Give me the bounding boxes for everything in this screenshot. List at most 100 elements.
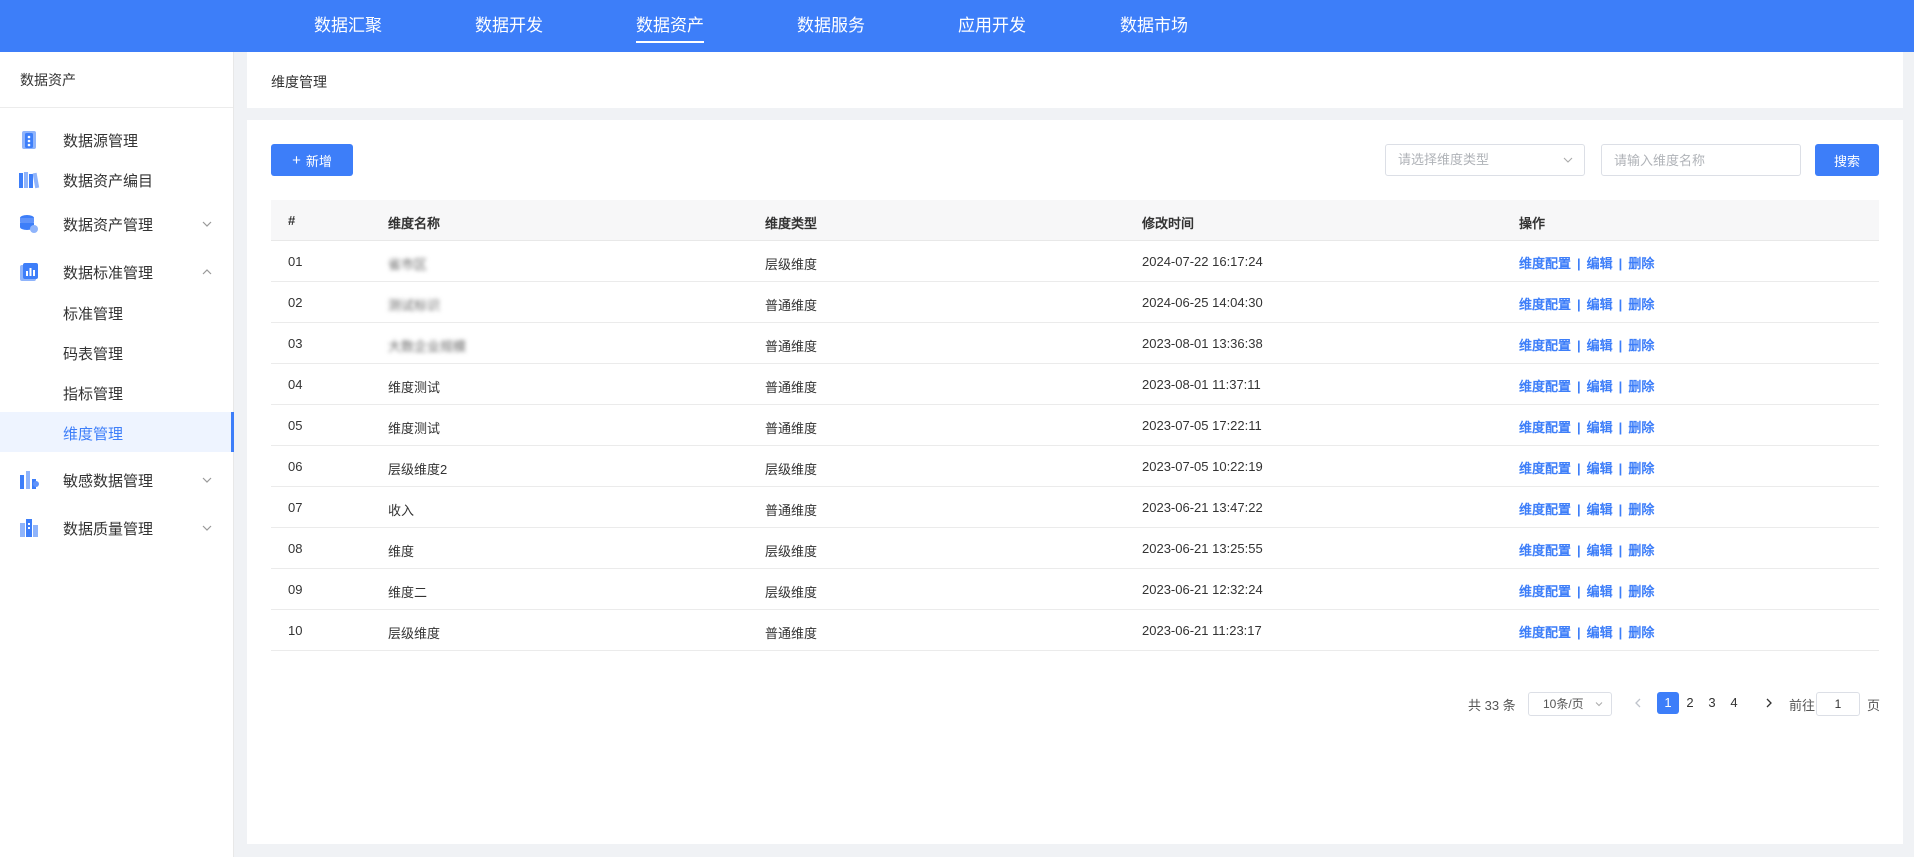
action-separator: | <box>1618 297 1623 312</box>
delete-link[interactable]: 删除 <box>1628 461 1654 476</box>
nav-item-data-assets[interactable]: 数据资产 <box>636 0 704 52</box>
edit-link[interactable]: 编辑 <box>1587 502 1613 517</box>
search-button[interactable]: 搜索 <box>1815 144 1879 176</box>
nav-item-app-development[interactable]: 应用开发 <box>958 0 1026 52</box>
edit-link[interactable]: 编辑 <box>1587 379 1613 394</box>
sidebar-item-asset-management[interactable]: 数据资产管理 <box>0 204 234 244</box>
action-separator: | <box>1577 625 1581 640</box>
catalog-books-icon <box>19 172 40 189</box>
page-number-4[interactable]: 4 <box>1723 692 1745 714</box>
goto-page-input[interactable] <box>1816 692 1860 716</box>
dimension-type: 普通维度 <box>765 380 818 395</box>
nav-item-data-development[interactable]: 数据开发 <box>475 0 543 52</box>
delete-link[interactable]: 删除 <box>1628 502 1654 517</box>
table-header: # 维度名称 维度类型 修改时间 操作 <box>271 200 1879 241</box>
sidebar-subitem-label: 标准管理 <box>63 306 124 323</box>
table-row: 04 维度测试 普通维度 2023-08-01 11:37:11 维度配置 | 编辑 | 删除 <box>271 364 1879 405</box>
sidebar-subitem-dimension[interactable]: 维度管理 <box>0 412 234 452</box>
modified-time: 2023-06-21 13:25:55 <box>1142 541 1263 556</box>
edit-link[interactable]: 编辑 <box>1587 420 1613 435</box>
next-page-icon[interactable] <box>1763 697 1775 709</box>
action-separator: | <box>1577 420 1581 435</box>
edit-link[interactable]: 编辑 <box>1587 625 1613 640</box>
delete-link[interactable]: 删除 <box>1628 584 1654 599</box>
edit-link[interactable]: 编辑 <box>1587 543 1613 558</box>
action-separator: | <box>1618 584 1623 599</box>
nav-item-data-services[interactable]: 数据服务 <box>797 0 865 52</box>
edit-link[interactable]: 编辑 <box>1587 461 1613 476</box>
dimension-name: 测试标识 <box>388 298 441 313</box>
dimension-config-link[interactable]: 维度配置 <box>1519 625 1571 640</box>
dimension-type-select[interactable]: 请选择维度类型 <box>1385 144 1585 176</box>
page-size-select[interactable]: 10条/页 <box>1528 692 1612 716</box>
action-separator: | <box>1618 338 1623 353</box>
nav-item-data-aggregation[interactable]: 数据汇聚 <box>314 0 382 52</box>
action-separator: | <box>1618 502 1623 517</box>
sidebar-item-standard-management[interactable]: 数据标准管理 <box>0 252 234 292</box>
edit-link[interactable]: 编辑 <box>1587 256 1613 271</box>
delete-link[interactable]: 删除 <box>1628 543 1654 558</box>
action-separator: | <box>1618 420 1623 435</box>
action-separator: | <box>1577 502 1581 517</box>
sidebar-subitem-code-table[interactable]: 码表管理 <box>0 332 234 372</box>
sidebar-item-label: 数据质量管理 <box>63 520 154 538</box>
sidebar-subitem-indicator[interactable]: 指标管理 <box>0 372 234 412</box>
action-separator: | <box>1577 297 1581 312</box>
dimension-config-link[interactable]: 维度配置 <box>1519 338 1571 353</box>
quality-bars-icon <box>20 519 38 537</box>
dimension-config-link[interactable]: 维度配置 <box>1519 461 1571 476</box>
dimension-name-input[interactable] <box>1601 144 1801 176</box>
sidebar-item-data-quality[interactable]: 数据质量管理 <box>0 508 234 548</box>
modified-time: 2023-07-05 17:22:11 <box>1142 418 1262 433</box>
row-actions: 维度配置 | 编辑 | 删除 <box>1519 417 1654 436</box>
page-number-1[interactable]: 1 <box>1657 692 1679 714</box>
action-separator: | <box>1618 461 1623 476</box>
action-separator: | <box>1618 543 1623 558</box>
sidebar-subitem-standard[interactable]: 标准管理 <box>0 292 234 332</box>
sensitive-chart-icon <box>20 471 39 489</box>
page-number-2[interactable]: 2 <box>1679 692 1701 714</box>
dimension-name: 维度测试 <box>388 421 441 436</box>
delete-link[interactable]: 删除 <box>1628 379 1654 394</box>
dimension-config-link[interactable]: 维度配置 <box>1519 584 1571 599</box>
delete-link[interactable]: 删除 <box>1628 297 1654 312</box>
row-index: 04 <box>288 377 303 392</box>
dimension-name: 层级维度 <box>388 626 441 641</box>
sidebar-subitem-label: 维度管理 <box>63 426 124 443</box>
dimension-config-link[interactable]: 维度配置 <box>1519 420 1571 435</box>
column-header-type: 维度类型 <box>765 216 818 231</box>
dimension-config-link[interactable]: 维度配置 <box>1519 543 1571 558</box>
edit-link[interactable]: 编辑 <box>1587 297 1613 312</box>
dimension-config-link[interactable]: 维度配置 <box>1519 256 1571 271</box>
nav-item-data-market[interactable]: 数据市场 <box>1120 0 1188 52</box>
row-actions: 维度配置 | 编辑 | 删除 <box>1519 458 1654 477</box>
sidebar-item-sensitive-data[interactable]: 敏感数据管理 <box>0 460 234 500</box>
dimension-config-link[interactable]: 维度配置 <box>1519 297 1571 312</box>
delete-link[interactable]: 删除 <box>1628 256 1654 271</box>
dimension-config-link[interactable]: 维度配置 <box>1519 502 1571 517</box>
chevron-down-icon <box>202 221 212 227</box>
action-separator: | <box>1577 338 1581 353</box>
delete-link[interactable]: 删除 <box>1628 625 1654 640</box>
page-number-3[interactable]: 3 <box>1701 692 1723 714</box>
modified-time: 2024-07-22 16:17:24 <box>1142 254 1263 269</box>
table-row: 09 维度二 层级维度 2023-06-21 12:32:24 维度配置 | 编辑 | 删除 <box>271 569 1879 610</box>
table-row: 10 层级维度 普通维度 2023-06-21 11:23:17 维度配置 | 编辑 | 删除 <box>271 610 1879 651</box>
add-button[interactable]: + 新增 <box>271 144 353 176</box>
sidebar-item-catalog[interactable]: 数据资产编目 <box>0 160 234 200</box>
breadcrumb-card: 维度管理 <box>247 52 1903 108</box>
dimension-type: 普通维度 <box>765 421 818 436</box>
table-row: 08 维度 层级维度 2023-06-21 13:25:55 维度配置 | 编辑 | 删除 <box>271 528 1879 569</box>
page-size-value: 10条/页 <box>1543 697 1584 711</box>
delete-link[interactable]: 删除 <box>1628 420 1654 435</box>
delete-link[interactable]: 删除 <box>1628 338 1654 353</box>
edit-link[interactable]: 编辑 <box>1587 338 1613 353</box>
edit-link[interactable]: 编辑 <box>1587 584 1613 599</box>
dimension-type: 层级维度 <box>765 462 818 477</box>
sidebar-item-datasource[interactable]: 数据源管理 <box>0 120 234 160</box>
modified-time: 2023-06-21 11:23:17 <box>1142 623 1262 638</box>
plus-icon: + <box>292 151 301 169</box>
dimension-config-link[interactable]: 维度配置 <box>1519 379 1571 394</box>
prev-page-icon[interactable] <box>1632 697 1644 709</box>
modified-time: 2023-06-21 12:32:24 <box>1142 582 1263 597</box>
